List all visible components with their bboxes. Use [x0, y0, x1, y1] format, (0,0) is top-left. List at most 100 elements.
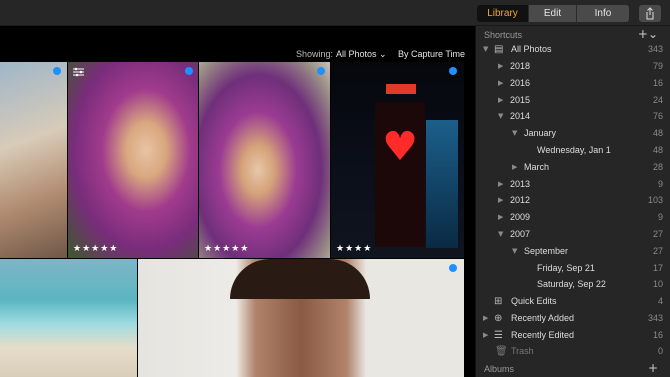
sidebar-item-trash[interactable]: 🗑 Trash 0 — [476, 343, 670, 360]
sidebar-item-recently-edited[interactable]: ▶ ☰ Recently Edited 16 — [476, 327, 670, 344]
filter-bar: Showing: All Photos ⌄ By Capture Time ⌄ — [0, 47, 470, 69]
chevron-right-icon: ▶ — [498, 62, 504, 70]
sidebar-item-year[interactable]: ▼ 2014 76 — [476, 108, 670, 125]
chevron-right-icon: ▶ — [483, 331, 489, 339]
shortcuts-header: Shortcuts — [484, 30, 523, 40]
sidebar-item-year[interactable]: ▶ 2009 9 — [476, 209, 670, 226]
tab-library[interactable]: Library — [477, 5, 529, 22]
sidebar-item-label: September — [524, 246, 569, 256]
item-count: 28 — [652, 162, 663, 172]
item-count: 343 — [647, 313, 663, 323]
photo-thumbnail[interactable] — [0, 259, 137, 377]
sidebar-item-label: 2016 — [510, 78, 531, 88]
item-count: 0 — [657, 346, 663, 356]
item-count: 79 — [652, 61, 663, 71]
tab-edit[interactable]: Edit — [529, 5, 577, 22]
trash-icon: 🗑 — [495, 346, 508, 357]
sidebar-item-day[interactable]: Wednesday, Jan 1 48 — [476, 142, 670, 159]
chevron-right-icon: ▶ — [483, 314, 489, 322]
sidebar-item-label: 2013 — [510, 179, 531, 189]
share-icon — [646, 7, 654, 20]
item-count: 343 — [647, 44, 663, 54]
sidebar-item-all-photos[interactable]: ▼ ▤ All Photos 343 — [476, 41, 670, 58]
sidebar-item-year[interactable]: ▶ 2012 103 — [476, 192, 670, 209]
item-count: 48 — [652, 128, 663, 138]
sidebar-item-label: Trash — [511, 346, 534, 356]
sidebar-item-year[interactable]: ▶ 2015 24 — [476, 92, 670, 109]
chevron-down-icon: ▼ — [512, 247, 518, 255]
adjustments-icon — [73, 67, 84, 77]
tower-shape — [426, 120, 458, 248]
photo-thumbnail[interactable]: ★★★★★ — [68, 62, 198, 258]
chevron-down-icon: ▼ — [512, 129, 518, 137]
sidebar-item-quick-edits[interactable]: ⊞ Quick Edits 4 — [476, 293, 670, 310]
photo-thumbnail[interactable] — [0, 62, 67, 258]
sidebar-item-label: All Photos — [511, 44, 552, 54]
star-rating: ★★★★ — [336, 244, 373, 254]
item-count: 48 — [652, 145, 663, 155]
selection-dot — [185, 67, 193, 75]
item-count: 16 — [652, 78, 663, 88]
tab-info[interactable]: Info — [577, 5, 629, 22]
add-album-button[interactable]: + — [648, 361, 658, 375]
selection-dot — [449, 67, 457, 75]
star-rating: ★★★★★ — [73, 244, 119, 254]
photo-thumbnail[interactable]: ♥ ★★★★ — [331, 62, 464, 258]
item-count: 27 — [652, 229, 663, 239]
heart-sign: ♥ — [382, 124, 418, 170]
item-count: 10 — [652, 279, 663, 289]
share-button[interactable] — [639, 5, 661, 22]
sidebar-item-label: January — [524, 128, 557, 138]
mode-tabs: Library Edit Info — [477, 5, 629, 22]
albums-header: Albums — [484, 364, 515, 374]
showing-dropdown[interactable]: All Photos ⌄ — [336, 49, 387, 60]
selection-dot — [317, 67, 325, 75]
sidebar-item-label: Recently Edited — [511, 330, 575, 340]
sidebar-item-year[interactable]: ▶ 2018 79 — [476, 58, 670, 75]
item-count: 27 — [652, 246, 663, 256]
selection-dot — [449, 264, 457, 272]
sidebar-item-month[interactable]: ▼ January 48 — [476, 125, 670, 142]
showing-label: Showing: — [296, 49, 334, 59]
sidebar-item-month[interactable]: ▼ September 27 — [476, 243, 670, 260]
sidebar-item-day[interactable]: Friday, Sep 21 17 — [476, 260, 670, 277]
selection-dot — [53, 67, 61, 75]
photo-grid: Showing: All Photos ⌄ By Capture Time ⌄ … — [0, 26, 470, 377]
sidebar-item-label: 2014 — [510, 111, 531, 121]
sidebar-item-label: Quick Edits — [511, 296, 557, 306]
add-shortcut-button[interactable]: +⌄ — [638, 27, 658, 41]
library-sidebar: Shortcuts +⌄ ▼ ▤ All Photos 343 ▶ 2018 7… — [475, 26, 670, 377]
chevron-right-icon: ▶ — [498, 180, 504, 188]
library-icon: ▤ — [494, 44, 504, 55]
photo-thumbnail[interactable] — [138, 259, 464, 377]
chevron-right-icon: ▶ — [512, 163, 518, 171]
top-toolbar: Library Edit Info — [0, 0, 670, 26]
chevron-right-icon: ▶ — [498, 196, 504, 204]
chevron-right-icon: ▶ — [498, 213, 504, 221]
sliders-icon: ☰ — [494, 330, 503, 341]
chevron-down-icon: ▼ — [498, 112, 504, 120]
sidebar-item-month[interactable]: ▶ March 28 — [476, 159, 670, 176]
photo-thumbnail[interactable]: ★★★★★ — [199, 62, 330, 258]
sidebar-item-label: March — [524, 162, 550, 172]
item-count: 9 — [657, 179, 663, 189]
neon-sign — [386, 84, 416, 94]
sidebar-item-label: Wednesday, Jan 1 — [537, 145, 611, 155]
item-count: 103 — [647, 195, 663, 205]
sidebar-item-year[interactable]: ▶ 2013 9 — [476, 176, 670, 193]
item-count: 16 — [652, 330, 663, 340]
item-count: 17 — [652, 263, 663, 273]
sidebar-item-label: 2015 — [510, 95, 531, 105]
sidebar-item-recently-added[interactable]: ▶ ⊕ Recently Added 343 — [476, 310, 670, 327]
sidebar-item-label: Saturday, Sep 22 — [537, 279, 606, 289]
sidebar-item-year[interactable]: ▼ 2007 27 — [476, 226, 670, 243]
star-rating: ★★★★★ — [204, 244, 250, 254]
grid-icon: ⊞ — [494, 296, 503, 307]
add-circle-icon: ⊕ — [494, 313, 503, 324]
sidebar-item-year[interactable]: ▶ 2016 16 — [476, 75, 670, 92]
item-count: 9 — [657, 212, 663, 222]
sidebar-item-label: Friday, Sep 21 — [537, 263, 595, 273]
sidebar-item-label: Recently Added — [511, 313, 575, 323]
sidebar-item-day[interactable]: Saturday, Sep 22 10 — [476, 276, 670, 293]
chevron-right-icon: ▶ — [498, 79, 504, 87]
